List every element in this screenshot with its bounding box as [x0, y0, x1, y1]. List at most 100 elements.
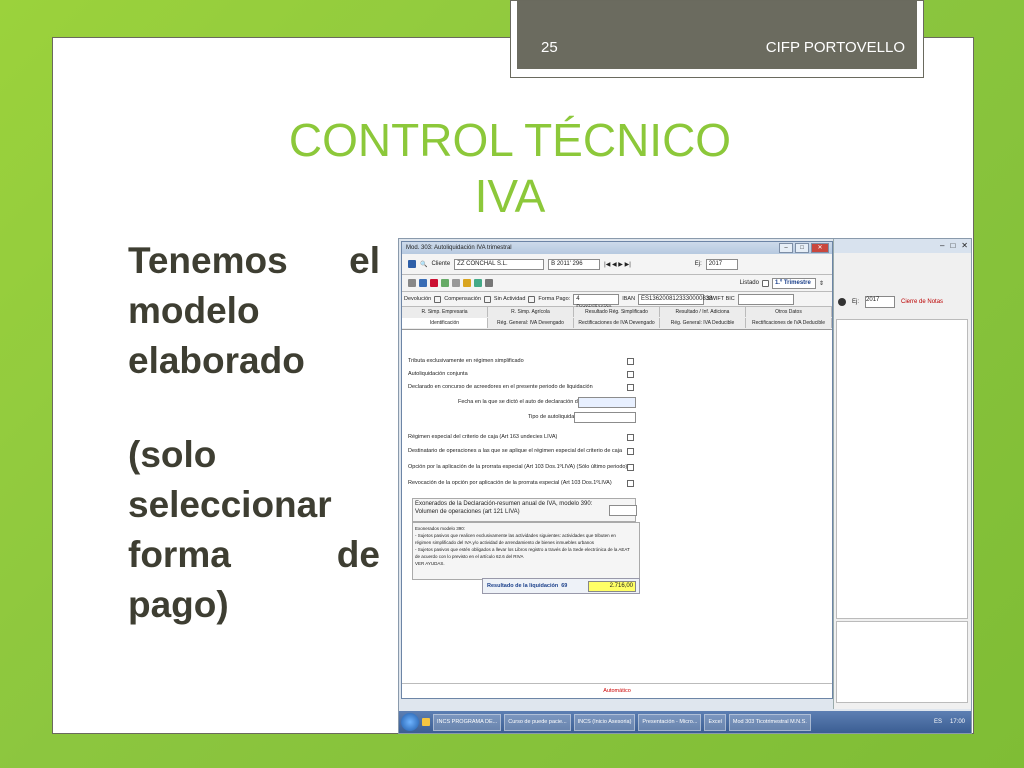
period-select[interactable]: 1.º Trimestre — [771, 277, 816, 289]
sin-actividad-checkbox[interactable] — [528, 295, 536, 303]
record-icon[interactable] — [838, 298, 846, 306]
slide-number: 25 — [541, 39, 558, 56]
bg-content-area — [836, 319, 968, 619]
info-line: régimen simplificado del IVA y/o activid… — [415, 540, 595, 545]
tab-r-simp-empresaria[interactable]: R. Simp. Empresaria — [402, 307, 488, 317]
iban-field[interactable]: ES1362008123330000838 — [638, 293, 712, 305]
info-line: - Sujetos pasivos que estén obligados a … — [415, 547, 630, 552]
maximize-button[interactable]: □ — [795, 243, 809, 253]
slide-title: CONTROL TÉCNICO IVA — [230, 112, 790, 224]
start-button[interactable] — [401, 713, 419, 731]
close-icon[interactable]: ✕ — [961, 241, 968, 250]
save-icon[interactable] — [419, 279, 427, 287]
swift-field[interactable] — [737, 293, 794, 305]
body-line: forma de — [128, 534, 380, 575]
option-checkbox[interactable] — [627, 371, 634, 378]
client-name-field[interactable]: ZZ CONCHAL S.L. — [454, 258, 545, 270]
option-checkbox[interactable] — [627, 384, 634, 391]
taskbar-item[interactable]: Presentación - Micro... — [638, 713, 702, 731]
tools-icon[interactable] — [463, 279, 471, 287]
tab-otros-datos[interactable]: Otros Datos — [746, 307, 832, 317]
tab-resultado-inf[interactable]: Resultado / Inf. Adiciona — [660, 307, 746, 317]
bg-close-notes-label[interactable]: Cierre de Notas — [901, 299, 943, 305]
close-button[interactable]: ✕ — [811, 243, 829, 253]
volumen-select[interactable] — [609, 505, 637, 516]
box-line: Volumen de operaciones (art 121 LIVA) — [415, 509, 520, 515]
devolucion-checkbox[interactable] — [434, 295, 442, 303]
client-label: Cliente — [431, 261, 451, 267]
bg-ej-field[interactable]: 2017 — [865, 296, 896, 308]
title-line-1: CONTROL TÉCNICO — [288, 114, 732, 166]
body-line: seleccionar — [128, 484, 332, 525]
search-icon[interactable]: 🔍 — [420, 261, 427, 268]
option-checkbox[interactable] — [627, 358, 634, 365]
info-line: VER AYUDAS. — [415, 561, 445, 566]
print-icon[interactable] — [452, 279, 460, 287]
windows-taskbar: INCS PROGRAMA DE... Curso de puede pacie… — [399, 711, 971, 733]
status-bar: Automático — [402, 683, 832, 698]
taskbar-item[interactable]: Curso de puede pacie... — [504, 713, 571, 731]
organization-name: CIFP PORTOVELLO — [765, 39, 905, 56]
slide-header: 25 CIFP PORTOVELLO — [510, 0, 924, 78]
new-icon[interactable] — [408, 279, 416, 287]
system-tray: ES 17:00 — [934, 719, 971, 725]
info-line: de acuerdo con lo previsto en el artícul… — [415, 554, 524, 559]
taskbar-item[interactable]: Excel — [704, 713, 726, 731]
compensacion-label: Compensación — [444, 296, 481, 302]
ej-field[interactable]: 2017 — [705, 258, 738, 270]
minimize-button[interactable]: – — [779, 243, 793, 253]
option-checkbox[interactable] — [627, 448, 634, 455]
book-icon[interactable] — [408, 260, 416, 268]
info-line: Exonerados modelo 390: — [415, 526, 466, 531]
tipo-autoliquidacion-select[interactable] — [574, 412, 636, 423]
box-line: Exonerados de la Declaración-resumen anu… — [415, 501, 593, 507]
forma-pago-select[interactable]: 4 Domiciliación Banc — [573, 293, 620, 320]
option-checkbox[interactable] — [627, 480, 634, 487]
client-id-field[interactable]: B 2011' 296 — [548, 258, 601, 270]
explorer-icon[interactable] — [422, 718, 430, 726]
maximize-icon[interactable]: □ — [950, 241, 955, 250]
option-checkbox[interactable] — [627, 434, 634, 441]
check-icon[interactable] — [441, 279, 449, 287]
body-line: Tenemos el — [128, 240, 380, 281]
payment-row: Devolución Compensación Sin Actividad Fo… — [402, 292, 832, 320]
spinner-icon[interactable]: ⇕ — [819, 280, 824, 287]
listado-checkbox[interactable] — [761, 279, 769, 287]
language-indicator[interactable]: ES — [934, 719, 942, 725]
background-window: – □ ✕ Ej: 2017 Cierre de Notas — [833, 239, 971, 709]
tab-rect-deducible[interactable]: Rectificaciones de IVA Deducible — [746, 318, 832, 328]
tab-r-simp-agricola[interactable]: R. Simp. Agrícola — [488, 307, 574, 317]
tab-iva-devengado[interactable]: Rég. General: IVA Devengado — [488, 318, 574, 328]
tab-resultado-rs[interactable]: Resultado Rég. Simplificado — [574, 307, 660, 317]
devolucion-label: Devolución — [404, 296, 432, 302]
help-icon[interactable] — [485, 279, 493, 287]
option-line: Declarado en concurso de acreedores en e… — [408, 384, 593, 390]
nav-arrows-icon[interactable]: |◀ ◀ ▶ ▶| — [604, 261, 631, 268]
body-line: modelo — [128, 290, 260, 331]
ej-label: Ej: — [694, 261, 702, 267]
exonerados-box: Exonerados de la Declaración-resumen anu… — [412, 498, 637, 522]
slide-background: { "header": {"slide_number": "25", "orga… — [0, 0, 1024, 768]
taskbar-item[interactable]: Mod 303 Ticotrimestral M.N.S. — [728, 713, 811, 731]
delete-icon[interactable] — [430, 279, 438, 287]
slide-header-bar: 25 CIFP PORTOVELLO — [517, 1, 917, 69]
clock[interactable]: 17:00 — [950, 719, 965, 725]
title-line-2: IVA — [474, 170, 546, 222]
option-checkbox[interactable] — [627, 464, 634, 471]
date-field[interactable] — [578, 397, 636, 408]
tab-iva-deducible[interactable]: Rég. General: IVA Deducible — [660, 318, 746, 328]
taskbar-item[interactable]: INCS (Inicio Asesoria) — [573, 713, 636, 731]
export-icon[interactable] — [474, 279, 482, 287]
compensacion-checkbox[interactable] — [483, 295, 491, 303]
result-bar: Resultado de la liquidación 69 2.716,00 — [482, 578, 640, 594]
info-box: Exonerados modelo 390: - Sujetos pasivos… — [412, 522, 640, 580]
tab-strip: R. Simp. Empresaria R. Simp. Agrícola Re… — [402, 307, 832, 330]
option-line: Régimen especial del criterio de caja (A… — [408, 434, 558, 440]
taskbar-item[interactable]: INCS PROGRAMA DE... — [433, 713, 502, 731]
result-label: Resultado de la liquidación — [487, 583, 559, 589]
modelo-303-window: Mod. 303: Autoliquidación IVA trimestral… — [401, 241, 833, 699]
tab-rect-devengado[interactable]: Rectificaciones de IVA Devengado — [574, 318, 660, 328]
tab-identificacion[interactable]: Identificación — [402, 318, 488, 328]
minimize-icon[interactable]: – — [940, 241, 944, 250]
iban-label: IBAN — [622, 296, 636, 302]
